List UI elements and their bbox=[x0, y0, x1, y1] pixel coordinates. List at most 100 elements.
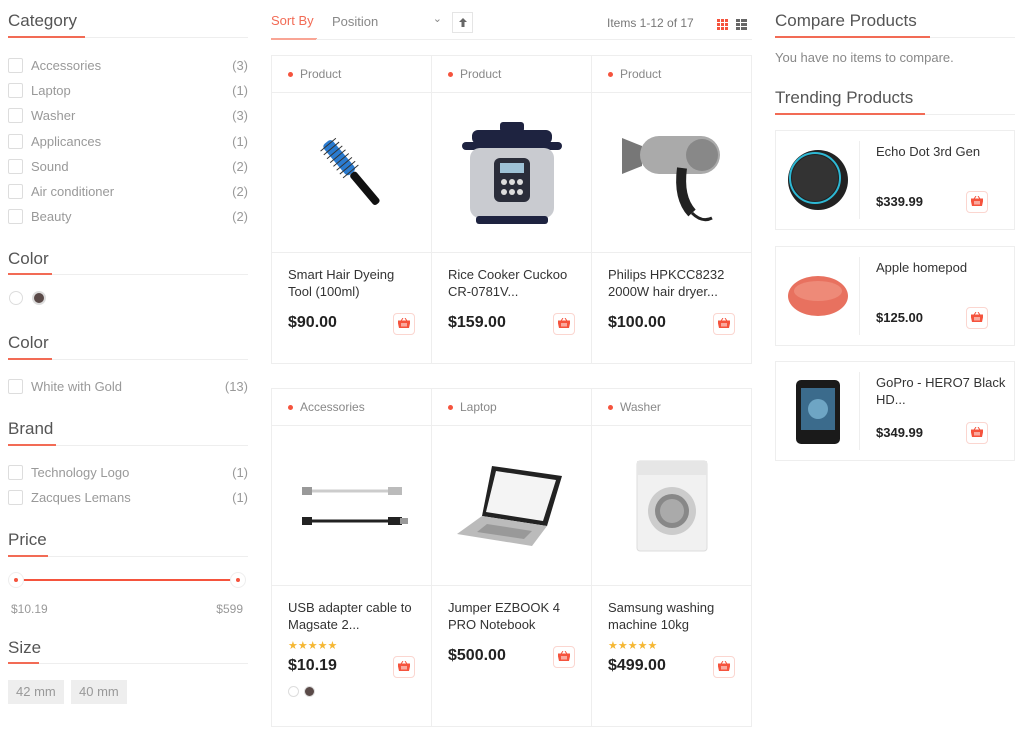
divider bbox=[775, 113, 1015, 115]
filter-option-label: Technology Logo bbox=[31, 465, 130, 480]
add-to-cart-button[interactable] bbox=[393, 313, 415, 335]
add-to-cart-button[interactable] bbox=[553, 313, 575, 335]
product-name[interactable]: Rice Cooker Cuckoo CR-0781V... bbox=[448, 266, 581, 300]
homepod-image[interactable] bbox=[776, 257, 860, 335]
size-title: Size bbox=[8, 638, 42, 657]
grid-view-icon[interactable] bbox=[717, 17, 728, 35]
sort-select[interactable]: Position ⌄ bbox=[332, 13, 444, 32]
product-card[interactable]: Product Smart Hair Dyeing Tool (100ml) $90… bbox=[271, 55, 432, 364]
checkbox[interactable] bbox=[8, 58, 23, 73]
filter-option-count: (2) bbox=[232, 209, 248, 225]
product-price: $10.19 bbox=[288, 657, 337, 674]
filter-option[interactable]: Laptop (1) bbox=[8, 82, 248, 100]
filter-option[interactable]: Accessories (3) bbox=[8, 57, 248, 75]
price-slider-min-handle[interactable] bbox=[8, 572, 24, 588]
usb-cable-image[interactable] bbox=[272, 426, 431, 586]
add-to-cart-button[interactable] bbox=[966, 191, 988, 213]
checkbox[interactable] bbox=[8, 184, 23, 199]
filter-option[interactable]: Washer (3) bbox=[8, 107, 248, 125]
product-card[interactable]: Product Rice Cooker Cuckoo CR-0781V... $15… bbox=[431, 55, 592, 364]
laptop-image[interactable] bbox=[432, 426, 591, 586]
checkbox[interactable] bbox=[8, 83, 23, 99]
echo-dot-image[interactable] bbox=[776, 141, 860, 219]
product-name[interactable]: Philips HPKCC8232 2000W hair dryer... bbox=[608, 266, 741, 300]
color-title: Color bbox=[8, 249, 49, 268]
price-min-label: $10.19 bbox=[11, 602, 48, 616]
filter-option[interactable]: Applicances (1) bbox=[8, 133, 248, 151]
color-swatch[interactable] bbox=[288, 686, 299, 697]
add-to-cart-button[interactable] bbox=[553, 646, 575, 668]
color-swatch-brown[interactable] bbox=[32, 291, 46, 305]
basket-icon bbox=[970, 193, 984, 211]
product-card[interactable]: Accessories USB adapter cable to Magsate … bbox=[271, 388, 432, 727]
add-to-cart-button[interactable] bbox=[713, 313, 735, 335]
add-to-cart-button[interactable] bbox=[966, 422, 988, 444]
divider bbox=[8, 662, 248, 664]
add-to-cart-button[interactable] bbox=[393, 656, 415, 678]
rice-cooker-image[interactable] bbox=[432, 93, 591, 253]
product-card[interactable]: Laptop Jumper EZBOOK 4 PRO Notebook $500.0… bbox=[431, 388, 592, 727]
rating-stars: ★★★★★ bbox=[288, 640, 338, 652]
filter-option[interactable]: White with Gold (13) bbox=[8, 378, 248, 396]
filter-option[interactable]: Technology Logo (1) bbox=[8, 464, 248, 482]
filter-option-count: (2) bbox=[232, 184, 248, 199]
checkbox[interactable] bbox=[8, 465, 23, 480]
price-slider-track[interactable] bbox=[16, 579, 238, 581]
checkbox[interactable] bbox=[8, 108, 23, 124]
checkbox[interactable] bbox=[8, 133, 23, 149]
filter-option[interactable]: Air conditioner (2) bbox=[8, 183, 248, 201]
filter-option-count: (3) bbox=[232, 58, 248, 73]
checkbox[interactable] bbox=[8, 490, 23, 506]
filter-option-count: (1) bbox=[232, 465, 248, 480]
product-name[interactable]: Jumper EZBOOK 4 PRO Notebook bbox=[448, 599, 581, 633]
trending-product-card[interactable]: Apple homepod $125.00 bbox=[775, 246, 1015, 346]
trending-product-name[interactable]: Echo Dot 3rd Gen bbox=[876, 143, 1006, 160]
filter-option-label: White with Gold bbox=[31, 379, 123, 394]
filter-option-count: (2) bbox=[232, 158, 248, 174]
checkbox[interactable] bbox=[8, 209, 23, 225]
basket-icon bbox=[557, 315, 571, 333]
hair-brush-image[interactable] bbox=[272, 93, 431, 253]
trending-product-name[interactable]: GoPro - HERO7 Black HD... bbox=[876, 374, 1006, 408]
filter-option[interactable]: Beauty (2) bbox=[8, 208, 248, 226]
sort-select-value: Position bbox=[332, 14, 379, 29]
hair-dryer-image[interactable] bbox=[592, 93, 751, 253]
checkbox[interactable] bbox=[8, 379, 23, 394]
add-to-cart-button[interactable] bbox=[713, 656, 735, 678]
basket-icon bbox=[397, 658, 411, 676]
color-swatch[interactable] bbox=[304, 686, 315, 697]
size-option-40mm[interactable]: 40 mm bbox=[71, 680, 127, 704]
sort-underline bbox=[271, 38, 317, 40]
list-view-icon[interactable] bbox=[736, 17, 747, 35]
category-title: Category bbox=[8, 11, 77, 30]
product-price: $499.00 bbox=[608, 657, 666, 674]
gopro-image[interactable] bbox=[776, 372, 860, 450]
product-category: Product bbox=[432, 56, 591, 93]
divider bbox=[316, 39, 752, 40]
trending-product-name[interactable]: Apple homepod bbox=[876, 259, 1006, 276]
filter-option-label: Zacques Lemans bbox=[31, 490, 131, 506]
washing-machine-image[interactable] bbox=[592, 426, 751, 586]
price-slider-max-handle[interactable] bbox=[230, 572, 246, 588]
add-to-cart-button[interactable] bbox=[966, 307, 988, 329]
product-name[interactable]: Smart Hair Dyeing Tool (100ml) bbox=[288, 266, 421, 300]
filter-option[interactable]: Zacques Lemans (1) bbox=[8, 489, 248, 507]
product-name[interactable]: Samsung washing machine 10kg bbox=[608, 599, 741, 633]
color-swatch-white[interactable] bbox=[9, 291, 23, 305]
product-name[interactable]: USB adapter cable to Magsate 2... bbox=[288, 599, 421, 633]
filter-option-count: (3) bbox=[232, 108, 248, 124]
trending-product-card[interactable]: Echo Dot 3rd Gen $339.99 bbox=[775, 130, 1015, 230]
sort-direction-button[interactable] bbox=[452, 12, 473, 33]
filter-option-label: Accessories bbox=[31, 58, 102, 73]
filter-option-count: (13) bbox=[224, 379, 248, 394]
filter-option[interactable]: Sound (2) bbox=[8, 158, 248, 176]
size-option-42mm[interactable]: 42 mm bbox=[8, 680, 64, 704]
checkbox[interactable] bbox=[8, 158, 23, 174]
basket-icon bbox=[397, 315, 411, 333]
product-card[interactable]: Product Philips HPKCC8232 2000W hair drye… bbox=[591, 55, 752, 364]
rating-stars: ★★★★★ bbox=[608, 640, 658, 652]
trending-product-card[interactable]: GoPro - HERO7 Black HD... $349.99 bbox=[775, 361, 1015, 461]
compare-empty-text: You have no items to compare. bbox=[775, 50, 954, 65]
product-card[interactable]: Washer Samsung washing machine 10kg ★★★★★ $… bbox=[591, 388, 752, 727]
product-price: $159.00 bbox=[448, 314, 506, 331]
